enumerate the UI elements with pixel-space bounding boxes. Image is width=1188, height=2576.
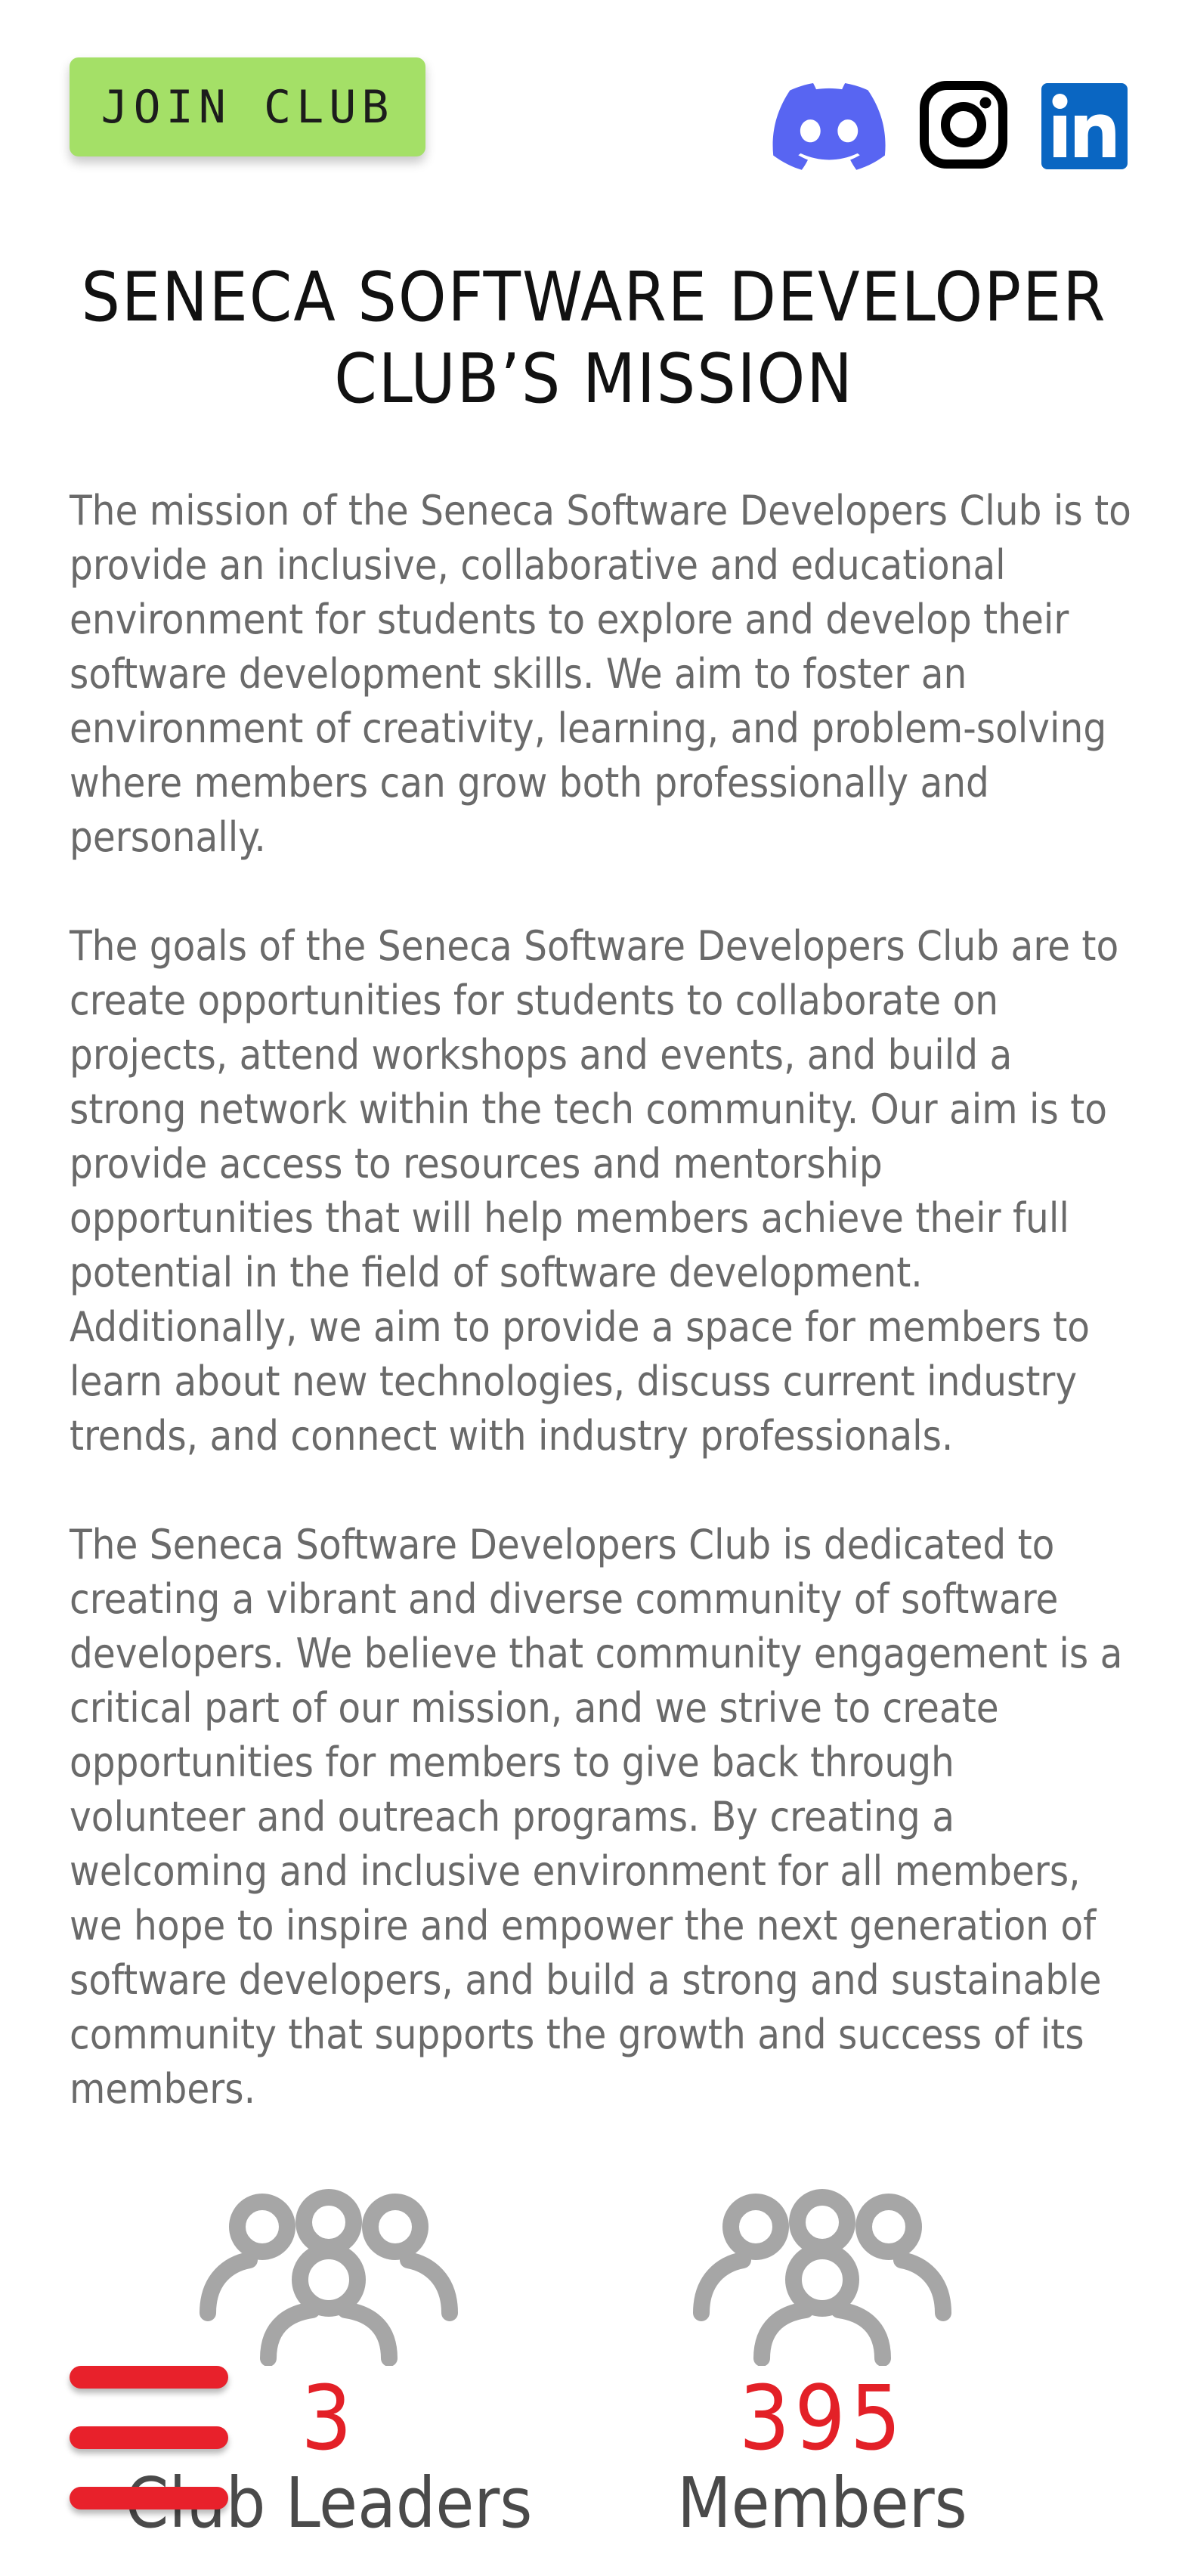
hamburger-menu-button[interactable] <box>70 2366 228 2509</box>
stat-value: 395 <box>738 2366 906 2470</box>
linkedin-icon <box>1041 83 1128 169</box>
stat-members: 395 Members <box>611 2184 1034 2541</box>
group-icon <box>693 2189 951 2366</box>
mission-paragraph-1: The mission of the Seneca Software Devel… <box>70 487 1131 861</box>
hamburger-menu-icon <box>70 2366 228 2389</box>
mission-paragraph-2: The goals of the Seneca Software Develop… <box>70 922 1119 1460</box>
discord-link[interactable] <box>772 83 886 171</box>
mission-title-line-1: SENECA SOFTWARE DEVELOPER <box>81 258 1107 337</box>
instagram-link[interactable] <box>919 80 1008 169</box>
join-club-button[interactable]: JOIN CLUB <box>70 57 425 156</box>
hamburger-bar <box>70 2426 228 2449</box>
linkedin-link[interactable] <box>1041 83 1128 169</box>
mission-title-line-2: CLUB’S MISSION <box>334 339 854 419</box>
mission-title: SENECA SOFTWARE DEVELOPER CLUB’S MISSION <box>70 257 1118 420</box>
hamburger-bar <box>70 2487 228 2509</box>
discord-icon <box>772 83 886 170</box>
instagram-icon <box>920 81 1007 169</box>
mission-page: JOIN CLUB SENECA SOFTWARE DEVELOPER CLUB… <box>0 0 1188 2576</box>
stat-label: Members <box>677 2463 967 2543</box>
group-icon <box>200 2189 458 2366</box>
mission-paragraph-3: The Seneca Software Developers Club is d… <box>70 1521 1123 2113</box>
